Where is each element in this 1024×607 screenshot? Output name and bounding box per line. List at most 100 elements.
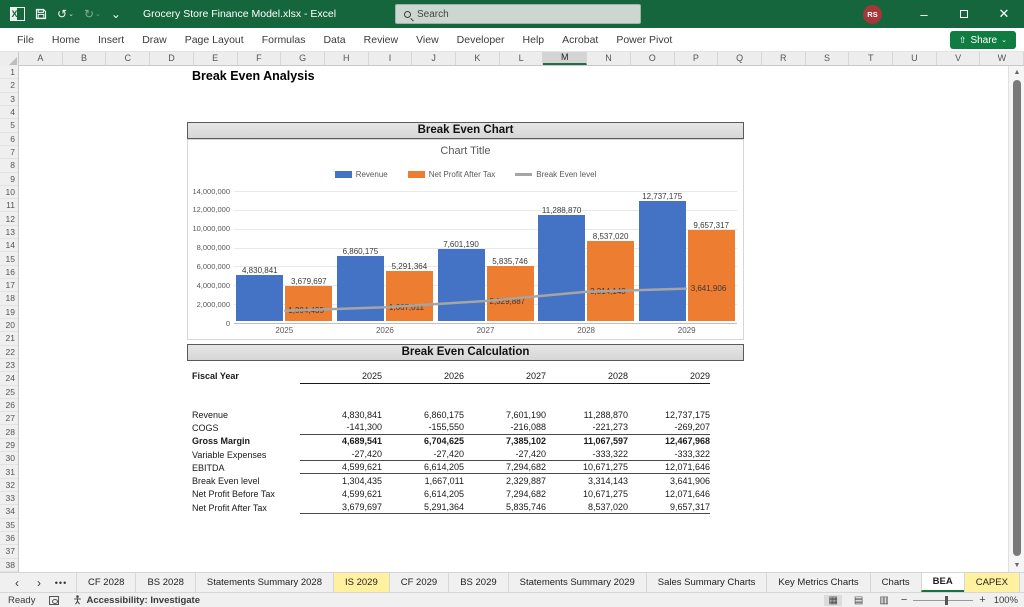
row-header-29[interactable]: 29: [0, 439, 18, 452]
zoom-slider[interactable]: − +: [901, 594, 986, 606]
redo-button[interactable]: ↻⌄: [84, 8, 101, 20]
row-header-11[interactable]: 11: [0, 199, 18, 212]
scroll-up-icon[interactable]: ▲: [1009, 69, 1024, 76]
customize-qat-button[interactable]: ⌄: [111, 8, 121, 20]
column-header-a[interactable]: A: [19, 52, 63, 65]
year-header[interactable]: 2028: [546, 371, 628, 381]
row-header-22[interactable]: 22: [0, 346, 18, 359]
row-label-net-profit-after-tax[interactable]: Net Profit After Tax: [187, 503, 300, 513]
column-header-h[interactable]: H: [325, 52, 369, 65]
cell[interactable]: -221,273: [546, 422, 628, 432]
search-box[interactable]: [395, 4, 641, 24]
row-header-6[interactable]: 6: [0, 133, 18, 146]
column-header-l[interactable]: L: [500, 52, 544, 65]
column-header-o[interactable]: O: [631, 52, 675, 65]
row-label-ebitda[interactable]: EBITDA: [187, 463, 300, 473]
cell[interactable]: 6,860,175: [382, 410, 464, 420]
row-header-27[interactable]: 27: [0, 412, 18, 425]
row-header-1[interactable]: 1: [0, 66, 18, 79]
row-header-14[interactable]: 14: [0, 239, 18, 252]
page-break-view-icon[interactable]: ▥: [875, 595, 892, 606]
row-header-23[interactable]: 23: [0, 359, 18, 372]
ribbon-tab-acrobat[interactable]: Acrobat: [553, 28, 607, 52]
zoom-slider-thumb[interactable]: [945, 596, 948, 605]
ribbon-tab-home[interactable]: Home: [43, 28, 89, 52]
vertical-scroll-thumb[interactable]: [1013, 80, 1021, 556]
row-header-4[interactable]: 4: [0, 106, 18, 119]
cell[interactable]: 11,288,870: [546, 410, 628, 420]
cell[interactable]: 6,704,625: [382, 436, 464, 446]
ribbon-tab-view[interactable]: View: [407, 28, 448, 52]
row-header-25[interactable]: 25: [0, 386, 18, 399]
vertical-scrollbar[interactable]: ▲ ▼: [1008, 66, 1024, 572]
ribbon-tab-draw[interactable]: Draw: [133, 28, 176, 52]
cell[interactable]: -216,088: [464, 422, 546, 432]
cell[interactable]: 12,071,646: [628, 462, 710, 472]
sheet-tab-bs-2029[interactable]: BS 2029: [448, 573, 507, 592]
sheet-tab-capex[interactable]: CAPEX: [964, 573, 1020, 592]
cell[interactable]: -27,420: [300, 449, 382, 459]
cell[interactable]: 10,671,275: [546, 489, 628, 499]
column-header-v[interactable]: V: [937, 52, 981, 65]
column-header-r[interactable]: R: [762, 52, 806, 65]
break-even-table[interactable]: Fiscal Year20252026202720282029Revenue4,…: [187, 368, 744, 514]
year-header[interactable]: 2026: [382, 371, 464, 381]
cell[interactable]: -269,207: [628, 422, 710, 432]
row-label-revenue[interactable]: Revenue: [187, 410, 300, 420]
prev-sheet-icon[interactable]: ‹: [6, 576, 28, 590]
cell[interactable]: 12,071,646: [628, 489, 710, 499]
year-header[interactable]: 2025: [300, 371, 382, 381]
normal-view-icon[interactable]: ▦: [824, 595, 841, 606]
ribbon-tab-insert[interactable]: Insert: [89, 28, 133, 52]
row-header-33[interactable]: 33: [0, 492, 18, 505]
cell[interactable]: -141,300: [300, 422, 382, 432]
cell[interactable]: 10,671,275: [546, 462, 628, 472]
accessibility-status[interactable]: Accessibility: Investigate: [73, 595, 200, 606]
column-header-w[interactable]: W: [980, 52, 1024, 65]
minimize-button[interactable]: –: [904, 0, 944, 28]
cell[interactable]: 7,294,682: [464, 462, 546, 472]
page-layout-view-icon[interactable]: ▤: [850, 595, 867, 606]
cell[interactable]: -155,550: [382, 422, 464, 432]
column-header-e[interactable]: E: [194, 52, 238, 65]
cell[interactable]: -27,420: [464, 449, 546, 459]
cell[interactable]: 5,291,364: [382, 502, 464, 512]
column-header-p[interactable]: P: [675, 52, 719, 65]
sheet-tab-cf-2028[interactable]: CF 2028: [76, 573, 135, 592]
column-header-g[interactable]: G: [281, 52, 325, 65]
row-header-16[interactable]: 16: [0, 266, 18, 279]
column-header-q[interactable]: Q: [718, 52, 762, 65]
column-header-b[interactable]: B: [63, 52, 107, 65]
row-header-2[interactable]: 2: [0, 79, 18, 92]
zoom-in-icon[interactable]: +: [979, 594, 985, 606]
row-header-20[interactable]: 20: [0, 319, 18, 332]
cell[interactable]: 4,599,621: [300, 462, 382, 472]
scroll-down-icon[interactable]: ▼: [1009, 562, 1024, 569]
close-button[interactable]: ✕: [984, 0, 1024, 28]
save-icon[interactable]: [35, 8, 47, 20]
row-header-21[interactable]: 21: [0, 332, 18, 345]
row-header-15[interactable]: 15: [0, 252, 18, 265]
ribbon-tab-help[interactable]: Help: [514, 28, 554, 52]
column-header-n[interactable]: N: [587, 52, 631, 65]
row-label-break-even-level[interactable]: Break Even level: [187, 476, 300, 486]
row-label-variable-expenses[interactable]: Variable Expenses: [187, 450, 300, 460]
column-header-c[interactable]: C: [106, 52, 150, 65]
cell[interactable]: 1,667,011: [382, 476, 464, 486]
row-header-19[interactable]: 19: [0, 306, 18, 319]
more-sheets-left-icon[interactable]: •••: [50, 578, 72, 588]
column-header-f[interactable]: F: [238, 52, 282, 65]
cell[interactable]: 12,737,175: [628, 410, 710, 420]
cell[interactable]: 7,294,682: [464, 489, 546, 499]
sheet-tab-charts[interactable]: Charts: [870, 573, 921, 592]
search-input[interactable]: [417, 9, 632, 20]
cell[interactable]: 8,537,020: [546, 502, 628, 512]
row-header-3[interactable]: 3: [0, 93, 18, 106]
next-sheet-icon[interactable]: ›: [28, 576, 50, 590]
macro-record-icon[interactable]: [49, 596, 59, 605]
row-header-38[interactable]: 38: [0, 559, 18, 572]
sheet-tab-bea[interactable]: BEA: [921, 573, 964, 592]
row-header-31[interactable]: 31: [0, 465, 18, 478]
column-header-j[interactable]: J: [412, 52, 456, 65]
break-even-chart[interactable]: Chart TitleRevenueNet Profit After TaxBr…: [187, 139, 744, 340]
